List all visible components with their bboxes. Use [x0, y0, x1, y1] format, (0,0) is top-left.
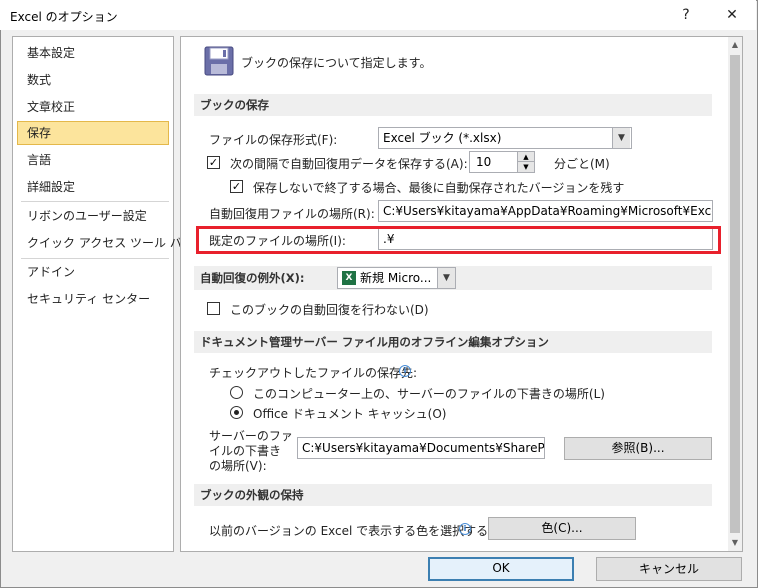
keep-last-version-label: 保存しないで終了する場合、最後に自動保存されたバージョンを残す — [253, 181, 625, 195]
sidebar-item-advanced[interactable]: 詳細設定 — [17, 175, 169, 199]
radio-selected-dot — [234, 410, 239, 415]
office-cache-option-label: Office ドキュメント キャッシュ(O) — [253, 407, 447, 421]
vertical-scrollbar[interactable]: ▲ ▼ — [728, 37, 742, 551]
scroll-thumb[interactable] — [730, 55, 740, 533]
panel-description: ブックの保存について指定します。 — [241, 56, 432, 70]
colors-button[interactable]: 色(C)... — [488, 517, 636, 540]
spin-up-icon[interactable]: ▲ — [517, 152, 534, 162]
dialog-title: Excel のオプション — [10, 10, 118, 24]
sidebar-item-customize-ribbon[interactable]: リボンのユーザー設定 — [17, 204, 169, 228]
save-format-value: Excel ブック (*.xlsx) — [383, 131, 502, 145]
save-format-label: ファイルの保存形式(F): — [209, 133, 338, 147]
spin-down-icon[interactable]: ▼ — [517, 162, 534, 172]
ok-button[interactable]: OK — [428, 557, 574, 581]
sidebar-divider — [21, 258, 169, 259]
info-icon[interactable]: i — [399, 365, 411, 377]
disable-autorecover-label: このブックの自動回復を行わない(D) — [230, 303, 429, 317]
autorecover-minutes-input[interactable]: 10 ▲ ▼ — [469, 151, 535, 173]
scroll-up-icon[interactable]: ▲ — [728, 37, 742, 53]
server-drafts-option-label: このコンピューター上の、サーバーのファイルの下書きの場所(L) — [253, 387, 605, 401]
colors-label: 以前のバージョンの Excel で表示する色を選択する: — [209, 524, 493, 538]
keep-last-version-checkbox[interactable]: ✓ — [230, 180, 243, 193]
checkout-location-label: チェックアウトしたファイルの保存先: — [209, 366, 418, 380]
highlight-annotation — [196, 226, 721, 254]
exceptions-workbook-select[interactable]: X 新規 Micro... ▼ — [337, 267, 456, 289]
section-preserve-visuals: ブックの外観の保持 — [194, 484, 712, 506]
drafts-location-input[interactable]: C:¥Users¥kitayama¥Documents¥SharePoint — [297, 437, 545, 459]
chevron-down-icon[interactable]: ▼ — [612, 128, 630, 148]
save-format-select[interactable]: Excel ブック (*.xlsx) ▼ — [378, 127, 632, 149]
autorecover-minutes-value: 10 — [476, 155, 492, 169]
browse-button[interactable]: 参照(B)... — [564, 437, 712, 460]
excel-workbook-icon: X — [342, 271, 356, 285]
drafts-location-label: サーバーのファ イルの下書き の場所(V): — [209, 429, 293, 474]
sidebar-divider — [21, 201, 169, 202]
drafts-location-label-line1: サーバーのファ — [209, 429, 293, 443]
sidebar-item-quick-access-toolbar[interactable]: クイック アクセス ツール バー — [17, 231, 194, 255]
sidebar-item-formulas[interactable]: 数式 — [17, 68, 169, 92]
drafts-location-label-line2: イルの下書き — [209, 444, 282, 458]
exceptions-workbook-value: 新規 Micro... — [360, 271, 432, 285]
sidebar-item-trust-center[interactable]: セキュリティ センター — [17, 287, 169, 311]
autorecover-label: 次の間隔で自動回復用データを保存する(A): — [230, 157, 468, 171]
sidebar-item-proofing[interactable]: 文章校正 — [17, 95, 169, 119]
save-disk-icon — [204, 46, 234, 76]
title-bar: Excel のオプション ? ✕ — [0, 0, 756, 30]
info-icon[interactable]: i — [459, 523, 471, 535]
chevron-down-icon[interactable]: ▼ — [437, 268, 455, 288]
disable-autorecover-checkbox[interactable] — [207, 302, 220, 315]
sidebar-item-addins[interactable]: アドイン — [17, 260, 169, 284]
radio-server-drafts[interactable] — [230, 386, 243, 399]
autorecover-exceptions-label: 自動回復の例外(X): — [200, 271, 305, 285]
sidebar-item-general[interactable]: 基本設定 — [17, 41, 169, 65]
autorecover-location-input[interactable]: C:¥Users¥kitayama¥AppData¥Roaming¥Micros… — [378, 200, 713, 222]
drafts-location-label-line3: の場所(V): — [209, 459, 267, 473]
help-button[interactable]: ? — [664, 2, 708, 28]
category-sidebar: 基本設定 数式 文章校正 保存 言語 詳細設定 リボンのユーザー設定 クイック … — [12, 36, 194, 552]
autorecover-checkbox[interactable]: ✓ — [207, 156, 220, 169]
autorecover-location-label: 自動回復用ファイルの場所(R): — [209, 207, 375, 221]
scroll-down-icon[interactable]: ▼ — [728, 535, 742, 551]
sidebar-item-language[interactable]: 言語 — [17, 148, 169, 172]
section-offline-editing: ドキュメント管理サーバー ファイル用のオフライン編集オプション — [194, 331, 712, 353]
cancel-button[interactable]: キャンセル — [596, 557, 742, 581]
close-button[interactable]: ✕ — [710, 2, 754, 28]
radio-office-cache[interactable] — [230, 406, 243, 419]
section-save-workbooks: ブックの保存 — [194, 94, 712, 116]
sidebar-item-save[interactable]: 保存 — [17, 121, 169, 145]
minutes-unit-label: 分ごと(M) — [554, 157, 610, 171]
